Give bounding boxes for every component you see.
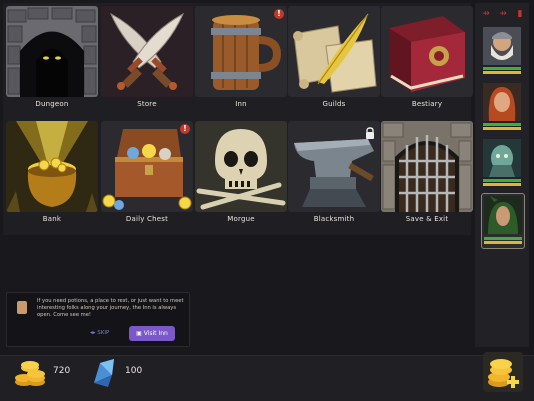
trash-icon[interactable]: ▮ [515,9,525,19]
hp-bar [484,237,522,240]
location-guilds[interactable]: Guilds [288,6,380,115]
location-label: Save & Exit [405,215,449,223]
alert-badge: ! [274,9,284,19]
location-dungeon[interactable]: Dungeon [6,6,98,115]
hero-slot-4-selected[interactable] [481,193,525,249]
remove-icon[interactable]: ⇸ [498,9,508,19]
alert-badge: ! [180,124,190,134]
gold-shop-icon [483,352,523,392]
treasure-chest-icon [101,121,193,212]
location-store[interactable]: Store [101,6,193,115]
buy-gold-button[interactable] [483,352,523,392]
location-label: Store [137,100,157,108]
party-sidebar: ⇸ ⇸ ▮ [475,3,529,347]
location-label: Guilds [322,100,346,108]
mp-bar [483,71,521,74]
location-label: Inn [235,100,247,108]
location-blacksmith[interactable]: Blacksmith [288,121,380,230]
location-save-exit[interactable]: Save & Exit [381,121,473,230]
elf-portrait-icon [484,196,522,234]
innkeeper-avatar [17,301,27,314]
location-label: Bank [42,215,62,223]
mp-bar [484,241,522,244]
location-label: Dungeon [35,100,69,108]
gold-coins-icon [14,358,48,388]
portcullis-icon [381,121,473,212]
gem-amount: 100 [125,366,143,376]
hp-bar [483,123,521,126]
dwarf-portrait-icon [483,27,521,65]
add-icon[interactable]: ⇸ [481,9,491,19]
red-haired-portrait-icon [483,83,521,121]
location-label: Blacksmith [313,215,355,223]
skull-icon [195,121,287,212]
gold-pot-icon [6,121,98,212]
location-label: Morgue [227,215,255,223]
location-daily-chest[interactable]: ! Daily Chest [101,121,193,230]
location-bestiary[interactable]: Bestiary [381,6,473,115]
location-inn[interactable]: ! Inn [195,6,287,115]
book-icon [381,6,473,97]
innkeeper-tip: If you need potions, a place to rest, or… [6,292,190,347]
mp-bar [483,183,521,186]
location-label: Bestiary [411,100,443,108]
location-morgue[interactable]: Morgue [195,121,287,230]
hero-slot-3[interactable] [481,137,523,187]
hero-slot-1[interactable] [481,25,523,75]
lock-icon [365,124,375,139]
tip-message: If you need potions, a place to rest, or… [37,298,184,319]
visit-inn-button[interactable]: ▣ Visit Inn [129,326,175,341]
location-label: Daily Chest [125,215,169,223]
dungeon-icon [6,6,98,97]
visit-label: Visit Inn [143,330,168,337]
skip-button[interactable]: ◂▸ SKIP [90,330,109,336]
scroll-quill-icon [288,6,380,97]
hp-bar [483,179,521,182]
visit-icon: ▣ [136,330,144,337]
mp-bar [483,127,521,130]
hero-slot-2[interactable] [481,81,523,131]
gold-amount: 720 [53,366,71,376]
tankard-icon [195,6,287,97]
currency-bar [0,355,534,401]
crystal-icon [90,357,118,389]
location-grid: Dungeon Store ! Inn Guilds Bestiary Bank… [3,3,473,235]
hp-bar [483,67,521,70]
undead-portrait-icon [483,139,521,177]
crossed-swords-icon [101,6,193,97]
skip-label: SKIP [97,330,110,336]
location-bank[interactable]: Bank [6,121,98,230]
sidebar-toolbar: ⇸ ⇸ ▮ [481,9,527,19]
